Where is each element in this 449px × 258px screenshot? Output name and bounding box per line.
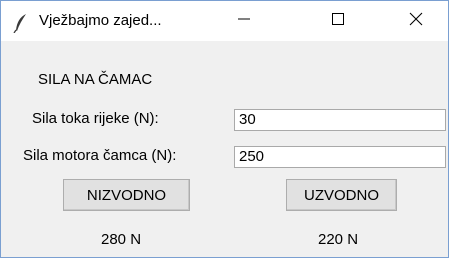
- river-force-input[interactable]: 30: [234, 109, 446, 131]
- downstream-result: 280 N: [101, 231, 142, 248]
- downstream-button[interactable]: NIZVODNO: [63, 179, 190, 211]
- maximize-button[interactable]: [315, 1, 361, 41]
- title-bar[interactable]: Vježbajmo zajed...: [1, 1, 448, 41]
- client-area: SILA NA ČAMAC Sila toka rijeke (N): 30 S…: [1, 41, 448, 257]
- minimize-icon: [237, 12, 251, 31]
- feather-icon: [13, 13, 29, 34]
- window-title: Vježbajmo zajed...: [39, 12, 162, 29]
- app-window: Vježbajmo zajed... SILA NA ČAMAC Sila to…: [0, 0, 449, 258]
- upstream-result: 220 N: [318, 231, 359, 248]
- close-icon: [408, 11, 424, 32]
- close-button[interactable]: [393, 1, 439, 41]
- motor-force-label: Sila motora čamca (N):: [23, 147, 177, 164]
- maximize-icon: [331, 12, 345, 31]
- river-force-label: Sila toka rijeke (N):: [32, 110, 159, 127]
- motor-force-input[interactable]: 250: [234, 146, 446, 168]
- minimize-button[interactable]: [221, 1, 267, 41]
- upstream-button[interactable]: UZVODNO: [286, 179, 397, 211]
- heading-label: SILA NA ČAMAC: [38, 71, 153, 88]
